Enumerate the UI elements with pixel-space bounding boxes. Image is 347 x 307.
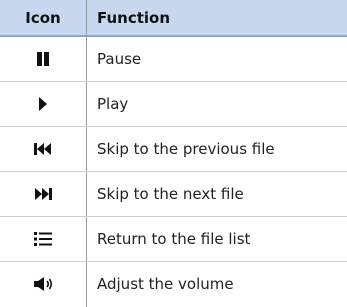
- list-icon: [0, 217, 86, 261]
- icon-function-table: Icon Function Pause Play Skip to the pre…: [0, 0, 347, 307]
- row-label: Skip to the next file: [97, 185, 244, 203]
- volume-icon: [0, 262, 86, 306]
- table-row-file-list: Return to the file list: [0, 217, 347, 262]
- table-header: Icon Function: [0, 0, 347, 37]
- skip-next-icon: [0, 172, 86, 216]
- row-label: Pause: [97, 50, 142, 68]
- skip-previous-icon: [0, 127, 86, 171]
- table-row-skip-previous: Skip to the previous file: [0, 127, 347, 172]
- header-function-column: Function: [97, 8, 171, 27]
- play-icon: [0, 82, 86, 126]
- table-row-play: Play: [0, 82, 347, 127]
- row-label: Play: [97, 95, 129, 113]
- row-label: Adjust the volume: [97, 275, 234, 293]
- row-label: Skip to the previous file: [97, 140, 275, 158]
- table-row-volume: Adjust the volume: [0, 262, 347, 307]
- pause-icon: [0, 37, 86, 81]
- table-row-skip-next: Skip to the next file: [0, 172, 347, 217]
- header-icon-column: Icon: [25, 8, 61, 27]
- row-label: Return to the file list: [97, 230, 251, 248]
- table-row-pause: Pause: [0, 37, 347, 82]
